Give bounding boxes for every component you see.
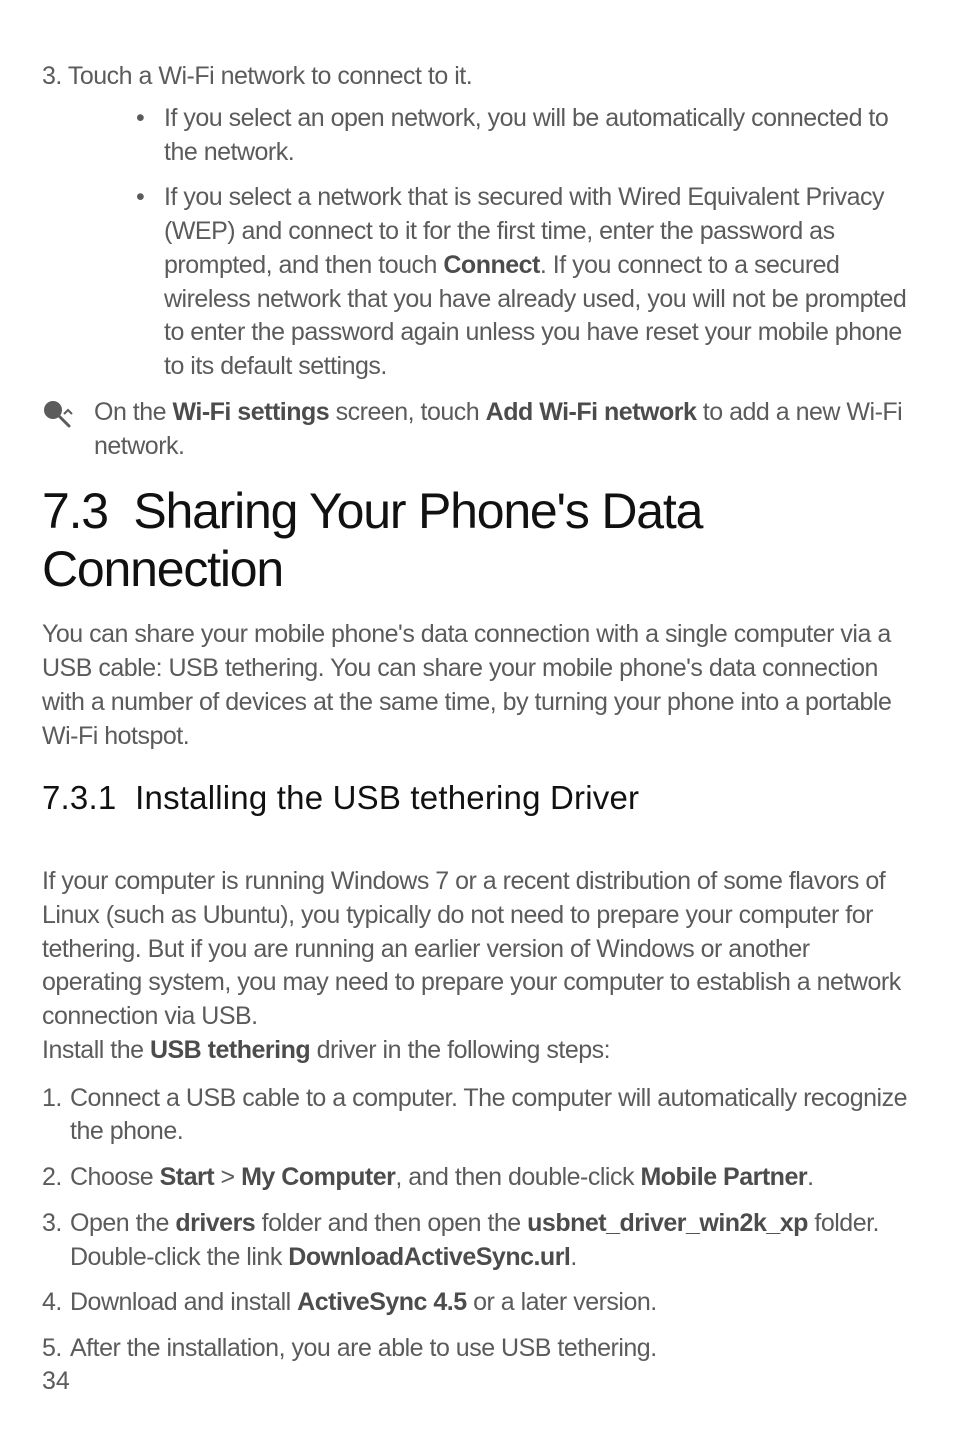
list-text: Touch a Wi-Fi network to connect to it. xyxy=(68,62,472,90)
step-segment: Open the xyxy=(70,1209,175,1237)
intro-segment: If your computer is running Windows 7 or… xyxy=(42,867,901,1064)
step-number: 1. xyxy=(42,1082,70,1150)
section-heading: 7.3 Sharing Your Phone's Data Connection xyxy=(42,483,912,598)
tip-segment: screen, touch xyxy=(329,398,485,426)
step-text: Download and install ActiveSync 4.5 or a… xyxy=(70,1286,912,1320)
step-number: 3. xyxy=(42,1207,70,1275)
subsection-number: 7.3.1 xyxy=(42,779,116,816)
step-segment-bold: DownloadActiveSync.url xyxy=(288,1243,570,1271)
document-page: 3. Touch a Wi-Fi network to connect to i… xyxy=(0,0,954,1438)
step-item: 1. Connect a USB cable to a computer. Th… xyxy=(42,1082,912,1150)
step-item: 5. After the installation, you are able … xyxy=(42,1332,912,1366)
step-item: 4. Download and install ActiveSync 4.5 o… xyxy=(42,1286,912,1320)
step-number: 2. xyxy=(42,1161,70,1195)
tip-note: On the Wi-Fi settings screen, touch Add … xyxy=(42,396,912,464)
step-segment: , and then double-click xyxy=(395,1163,640,1191)
step-segment-bold: My Computer xyxy=(241,1163,395,1191)
tip-text: On the Wi-Fi settings screen, touch Add … xyxy=(94,396,912,464)
intro-segment-bold: USB tethering xyxy=(150,1036,310,1064)
bullet-list: If you select an open network, you will … xyxy=(42,102,912,384)
section-intro-paragraph: You can share your mobile phone's data c… xyxy=(42,618,912,753)
step-item: 2. Choose Start > My Computer, and then … xyxy=(42,1161,912,1195)
step-text: Choose Start > My Computer, and then dou… xyxy=(70,1161,912,1195)
tip-icon xyxy=(42,400,76,440)
step-item: 3. Open the drivers folder and then open… xyxy=(42,1207,912,1275)
step-segment: or a later version. xyxy=(467,1288,657,1316)
subsection-heading: 7.3.1 Installing the USB tethering Drive… xyxy=(42,779,912,817)
list-number: 3. xyxy=(42,62,62,90)
step-segment: > xyxy=(214,1163,241,1191)
step-segment: Download and install xyxy=(70,1288,297,1316)
step-text: Open the drivers folder and then open th… xyxy=(70,1207,912,1275)
step-text: After the installation, you are able to … xyxy=(70,1332,912,1366)
bullet-item: If you select a network that is secured … xyxy=(136,181,912,384)
tip-segment-bold: Add Wi-Fi network xyxy=(486,398,697,426)
list-item-3: 3. Touch a Wi-Fi network to connect to i… xyxy=(42,60,912,94)
step-segment-bold: Mobile Partner xyxy=(640,1163,807,1191)
step-segment: folder and then open the xyxy=(255,1209,527,1237)
step-number: 4. xyxy=(42,1286,70,1320)
tip-segment-bold: Wi-Fi settings xyxy=(173,398,330,426)
step-segment-bold: ActiveSync 4.5 xyxy=(297,1288,467,1316)
section-number: 7.3 xyxy=(42,483,108,539)
bullet-item: If you select an open network, you will … xyxy=(136,102,912,170)
continued-ordered-list: 3. Touch a Wi-Fi network to connect to i… xyxy=(42,60,912,384)
subsection-intro-paragraph: If your computer is running Windows 7 or… xyxy=(42,831,912,1067)
subsection-title-text: Installing the USB tethering Driver xyxy=(135,779,639,816)
tip-segment: On the xyxy=(94,398,173,426)
page-number: 34 xyxy=(42,1367,70,1396)
step-text: Connect a USB cable to a computer. The c… xyxy=(70,1082,912,1150)
step-number: 5. xyxy=(42,1332,70,1366)
step-segment: Choose xyxy=(70,1163,160,1191)
step-segment-bold: usbnet_driver_win2k_xp xyxy=(527,1209,808,1237)
bullet-text-bold: Connect xyxy=(443,251,540,279)
step-segment: . xyxy=(807,1163,813,1191)
section-title-text: Sharing Your Phone's Data Connection xyxy=(42,483,702,597)
bullet-text: If you select an open network, you will … xyxy=(164,104,888,166)
step-segment-bold: drivers xyxy=(175,1209,255,1237)
step-segment: After the installation, you are able to … xyxy=(70,1334,657,1362)
step-segment: . xyxy=(570,1243,576,1271)
step-segment-bold: Start xyxy=(160,1163,214,1191)
steps-list: 1. Connect a USB cable to a computer. Th… xyxy=(42,1082,912,1366)
intro-segment: driver in the following steps: xyxy=(310,1036,610,1064)
step-segment: Connect a USB cable to a computer. The c… xyxy=(70,1084,907,1146)
